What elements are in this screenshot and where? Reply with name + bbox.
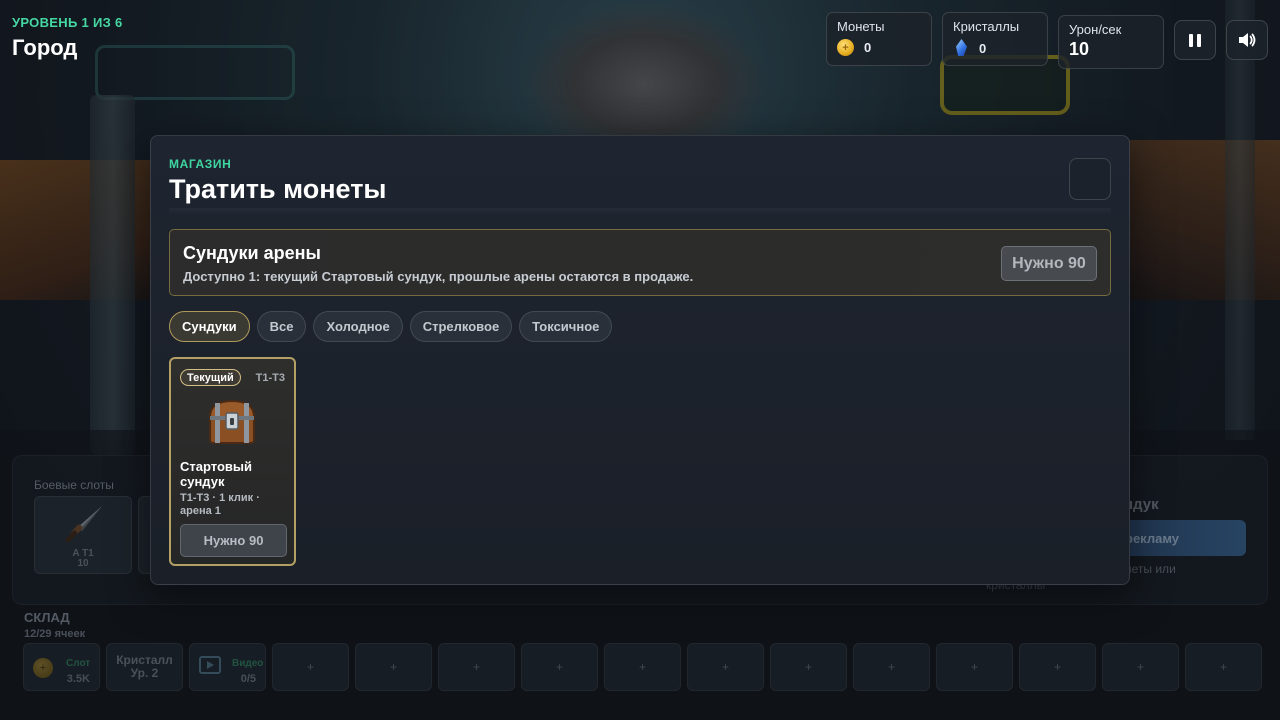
shop-kicker: МАГАЗИН: [169, 157, 232, 171]
tab-melee[interactable]: Холодное: [313, 311, 403, 342]
coins-value: 0: [864, 40, 872, 55]
dps-counter: Урон/сек 10: [1058, 15, 1164, 69]
pause-button[interactable]: [1174, 20, 1216, 60]
close-button[interactable]: [1069, 158, 1111, 200]
arena-chests-card: Сундуки арены Доступно 1: текущий Старто…: [169, 229, 1111, 296]
shop-modal: МАГАЗИН Тратить монеты Сундуки арены Дос…: [150, 135, 1130, 585]
header-divider: [169, 208, 1111, 216]
crystals-value: 0: [979, 40, 987, 56]
crystal-icon: [953, 39, 969, 57]
arena-card-description: Доступно 1: текущий Стартовый сундук, пр…: [183, 269, 694, 284]
arena-card-title: Сундуки арены: [183, 243, 321, 263]
chest-icon: [208, 399, 256, 444]
tab-toxic[interactable]: Токсичное: [519, 311, 613, 342]
arena-buy-button[interactable]: Нужно 90: [1001, 246, 1097, 281]
buy-button[interactable]: Нужно 90: [180, 524, 287, 557]
location-title: Город: [12, 35, 78, 60]
coins-label: Монеты: [837, 19, 885, 34]
dps-label: Урон/сек: [1069, 22, 1122, 37]
crystals-counter: Кристаллы 0: [942, 12, 1048, 66]
category-tabs: Сундуки Все Холодное Стрелковое Токсично…: [169, 311, 613, 342]
level-progress-label: УРОВЕНЬ 1 ИЗ 6: [12, 15, 123, 30]
item-name: Стартовый сундук: [180, 459, 252, 489]
shop-title: Тратить монеты: [169, 174, 387, 204]
crystals-label: Кристаллы: [953, 19, 1020, 34]
speaker-icon: [1238, 32, 1256, 48]
tab-chests[interactable]: Сундуки: [169, 311, 250, 342]
tier-label: T1-T3: [255, 372, 285, 384]
tab-ranged[interactable]: Стрелковое: [409, 311, 513, 342]
shop-item-starter-chest[interactable]: Текущий T1-T3 Стартовый сундук T1-T3 · 1…: [169, 357, 296, 566]
pause-icon: [1189, 33, 1201, 47]
coin-icon: +: [837, 39, 854, 56]
dps-value: 10: [1069, 39, 1090, 59]
tab-all[interactable]: Все: [256, 311, 307, 342]
sound-button[interactable]: [1226, 20, 1268, 60]
item-meta: T1-T3 · 1 клик · арена 1: [180, 492, 260, 517]
current-badge: Текущий: [180, 369, 241, 386]
coins-counter: Монеты + 0: [826, 12, 932, 66]
